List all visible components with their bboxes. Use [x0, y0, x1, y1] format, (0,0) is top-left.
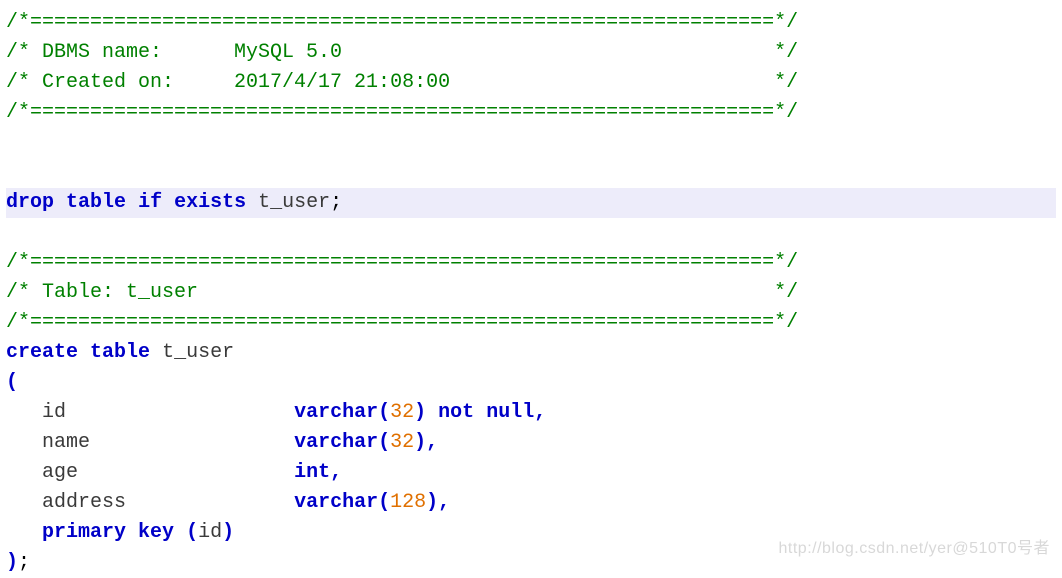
- comment-text: /*======================================…: [6, 11, 798, 34]
- open-paren: (: [378, 431, 390, 454]
- open-paren: (: [378, 401, 390, 424]
- size-number: 128: [390, 491, 426, 514]
- comment-text: /* DBMS name: MySQL 5.0 */: [6, 41, 798, 64]
- column-name: id: [42, 401, 66, 424]
- open-paren-line: (: [6, 368, 1056, 398]
- comma: ,: [426, 431, 438, 454]
- blank-line: [6, 158, 1056, 188]
- type-varchar: varchar: [294, 491, 378, 514]
- table-identifier: t_user: [162, 341, 234, 364]
- pad: [90, 431, 294, 454]
- comment-text: /* Created on: 2017/4/17 21:08:00 */: [6, 71, 798, 94]
- table-identifier: t_user: [258, 191, 330, 214]
- keyword-table: table: [90, 341, 150, 364]
- keyword-create: create: [6, 341, 78, 364]
- comment-border: /*======================================…: [6, 8, 1056, 38]
- comma: ,: [534, 401, 546, 424]
- pad: [126, 491, 294, 514]
- comment-text: /* Table: t_user */: [6, 281, 798, 304]
- keyword-table: table: [66, 191, 126, 214]
- comment-text: /*======================================…: [6, 311, 798, 334]
- comment-table: /* Table: t_user */: [6, 278, 1056, 308]
- comma: ,: [438, 491, 450, 514]
- keyword-exists: exists: [174, 191, 246, 214]
- keyword-if: if: [138, 191, 162, 214]
- comment-text: /*======================================…: [6, 101, 798, 124]
- keyword-key: key: [138, 521, 174, 544]
- column-name: name varchar(32),: [6, 428, 1056, 458]
- comment-created: /* Created on: 2017/4/17 21:08:00 */: [6, 68, 1056, 98]
- column-id: id varchar(32) not null,: [6, 398, 1056, 428]
- comment-dbms: /* DBMS name: MySQL 5.0 */: [6, 38, 1056, 68]
- semicolon: ;: [330, 191, 342, 214]
- type-varchar: varchar: [294, 431, 378, 454]
- comment-border: /*======================================…: [6, 248, 1056, 278]
- open-paren: (: [378, 491, 390, 514]
- pad: [66, 401, 294, 424]
- comma: ,: [330, 461, 342, 484]
- column-name: address: [42, 491, 126, 514]
- create-table-line: create table t_user: [6, 338, 1056, 368]
- drop-table-line: drop table if exists t_user;: [6, 188, 1056, 218]
- keyword-null: null: [486, 401, 534, 424]
- open-paren: (: [186, 521, 198, 544]
- keyword-drop: drop: [6, 191, 54, 214]
- column-name: age: [42, 461, 78, 484]
- blank-line: [6, 218, 1056, 248]
- column-name: name: [42, 431, 90, 454]
- close-paren: ): [414, 431, 426, 454]
- keyword-primary: primary: [42, 521, 126, 544]
- comment-border: /*======================================…: [6, 98, 1056, 128]
- close-paren: ): [222, 521, 234, 544]
- type-varchar: varchar: [294, 401, 378, 424]
- size-number: 32: [390, 401, 414, 424]
- watermark-text: http://blog.csdn.net/yer@510T0号者: [779, 537, 1051, 561]
- open-paren: (: [6, 371, 18, 394]
- comment-border: /*======================================…: [6, 308, 1056, 338]
- blank-line: [6, 128, 1056, 158]
- close-paren: ): [414, 401, 426, 424]
- column-age: age int,: [6, 458, 1056, 488]
- comment-text: /*======================================…: [6, 251, 798, 274]
- size-number: 32: [390, 431, 414, 454]
- pk-column: id: [198, 521, 222, 544]
- column-address: address varchar(128),: [6, 488, 1056, 518]
- pad: [78, 461, 294, 484]
- close-paren: ): [426, 491, 438, 514]
- type-int: int: [294, 461, 330, 484]
- keyword-not: not: [438, 401, 474, 424]
